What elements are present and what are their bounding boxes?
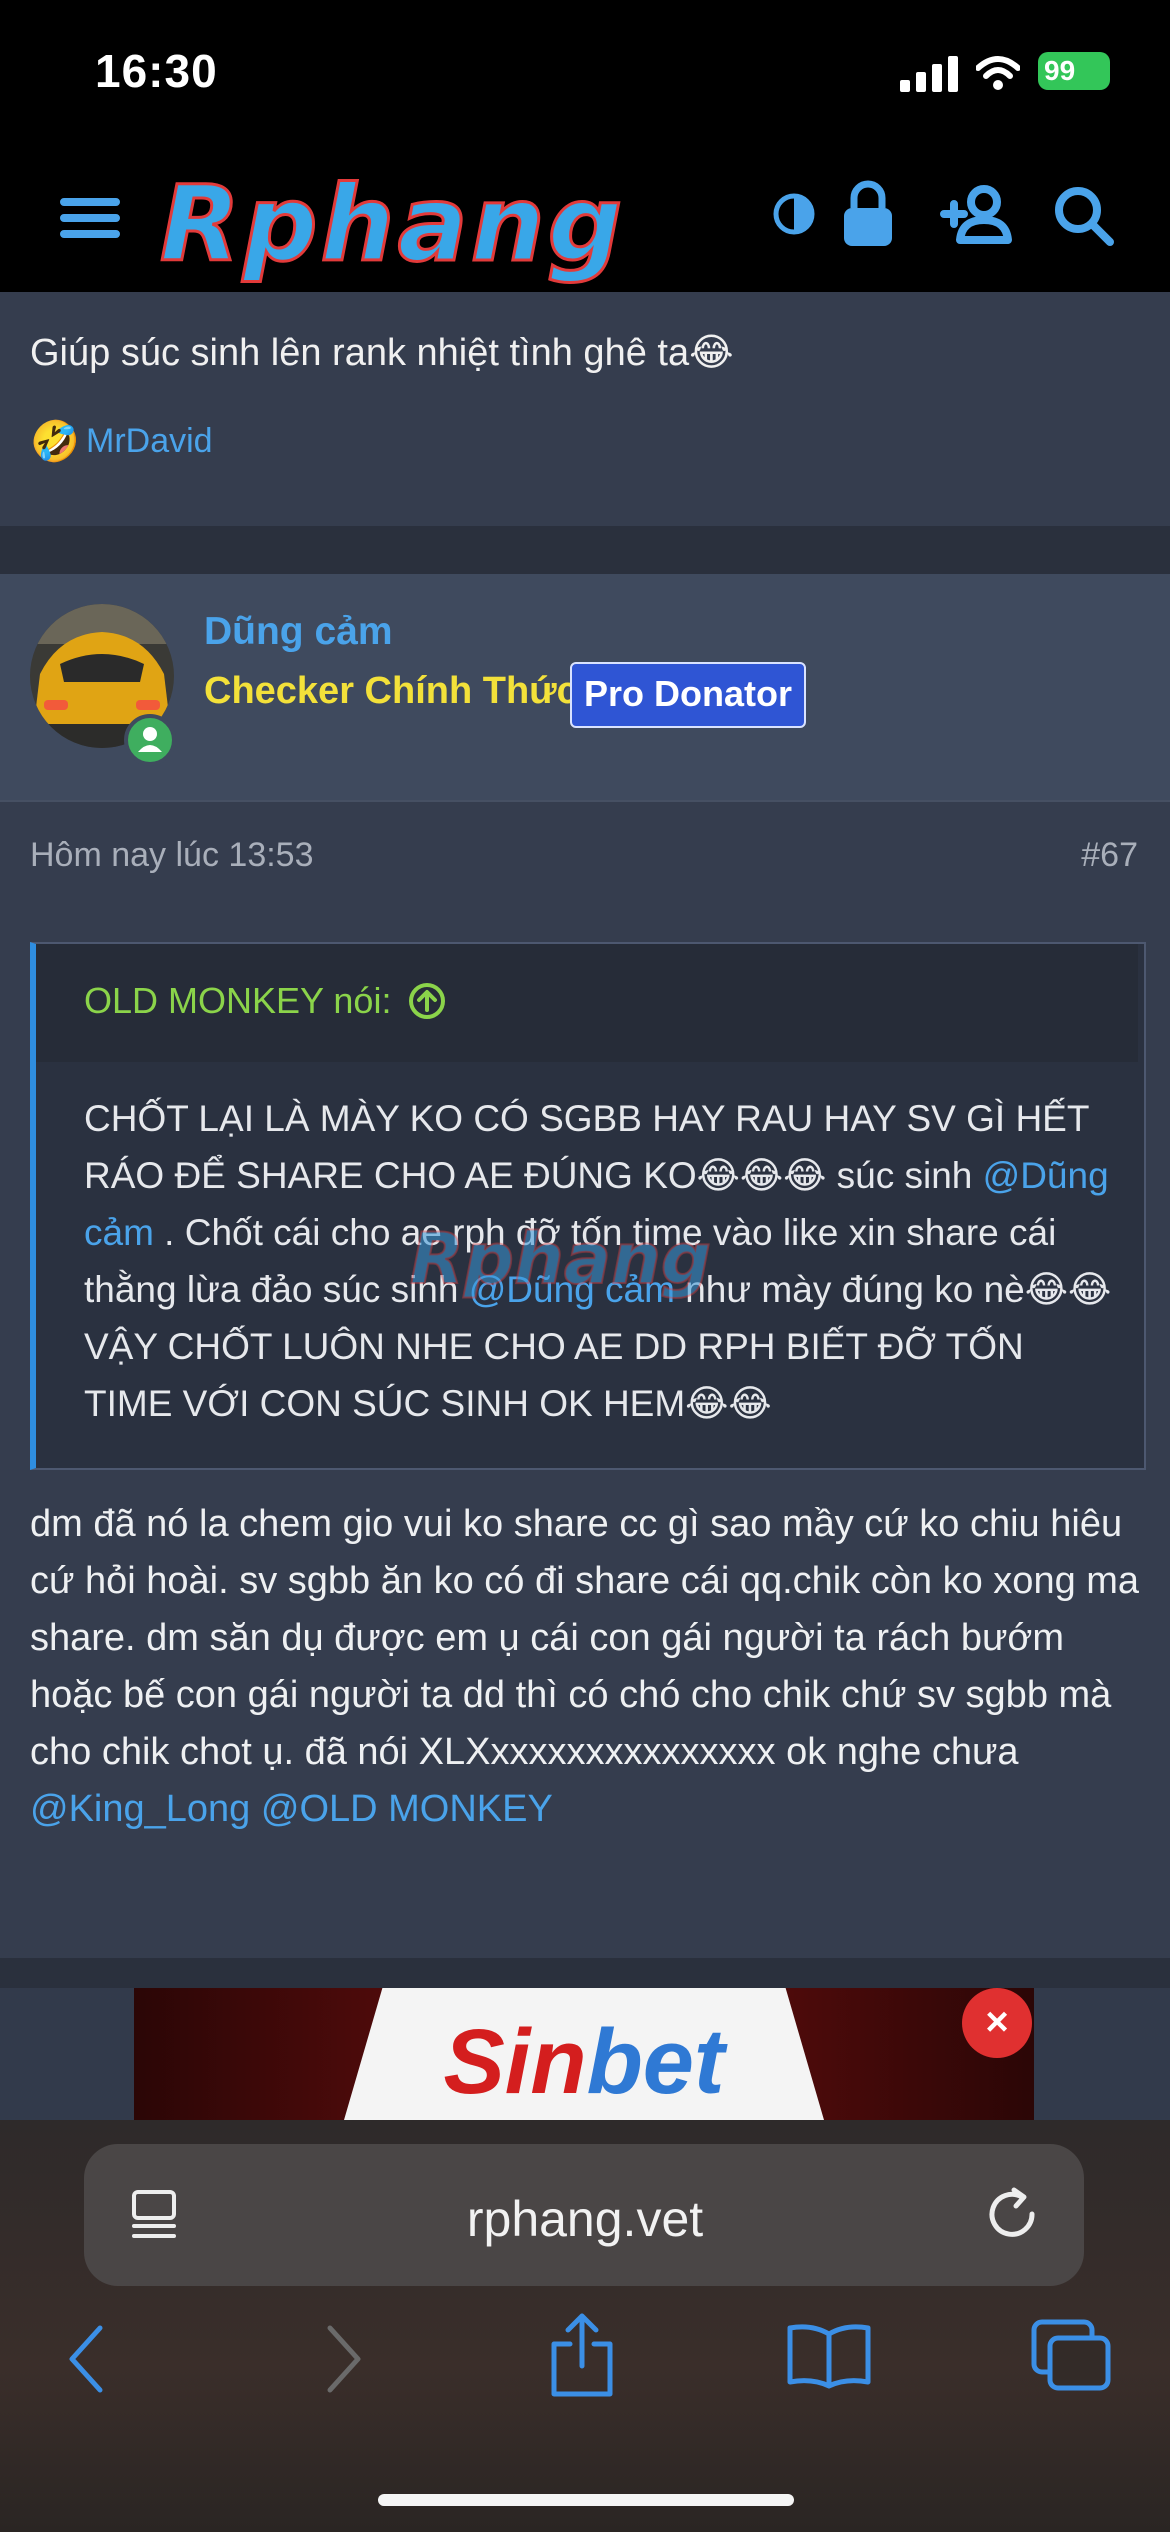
battery-level: 99 (1044, 55, 1076, 86)
post-message: dm đã nó la chem gio vui ko share cc gì … (30, 1496, 1140, 1838)
ad-logo-sin: Sin (443, 2011, 587, 2113)
lock-icon[interactable] (840, 178, 896, 248)
post-text: Giúp súc sinh lên rank nhiệt tình ghê ta… (30, 332, 734, 374)
wifi-icon (976, 56, 1020, 90)
add-user-icon[interactable] (940, 184, 1014, 244)
signal-icon (900, 56, 958, 92)
reload-icon[interactable] (984, 2184, 1044, 2244)
post-previous (0, 292, 1170, 526)
mention-link[interactable]: @King_Long (30, 1788, 250, 1830)
post-message-text: dm đã nó la chem gio vui ko share cc gì … (30, 1503, 1140, 1773)
back-icon[interactable] (62, 2324, 112, 2394)
post-number[interactable]: #67 (1081, 836, 1138, 875)
bookmarks-icon[interactable] (784, 2320, 874, 2390)
share-icon[interactable] (546, 2310, 618, 2400)
reaction-emoji[interactable]: 🤣 (30, 418, 80, 465)
battery-icon: 99 (1038, 52, 1110, 90)
quote-text-part: CHỐT LẠI LÀ MÀY KO CÓ SGBB HAY RAU HAY S… (84, 1098, 1089, 1196)
status-time: 16:30 (95, 45, 218, 97)
contrast-icon[interactable] (772, 192, 816, 236)
reaction-user-link[interactable]: MrDavid (86, 422, 213, 461)
post-date[interactable]: Hôm nay lúc 13:53 (30, 836, 314, 875)
separator (0, 800, 1170, 802)
quote-author[interactable]: OLD MONKEY nói: (84, 980, 391, 1021)
user-title: Checker Chính Thức (204, 670, 578, 712)
ad-close-button[interactable]: × (962, 1988, 1032, 2058)
menu-icon[interactable] (60, 196, 120, 240)
username-link[interactable]: Dũng cảm (204, 610, 393, 654)
forward-icon (327, 2325, 361, 2393)
post-divider (0, 1958, 1170, 1988)
mention-link[interactable]: @OLD MONKEY (261, 1788, 553, 1830)
site-logo[interactable]: Rphang (158, 171, 625, 278)
ad-logo-bet: bet (586, 2011, 725, 2113)
online-status-icon (124, 714, 176, 766)
post-divider (0, 526, 1170, 574)
arrow-up-circle-icon[interactable] (407, 981, 447, 1021)
tabs-icon[interactable] (1030, 2318, 1114, 2394)
watermark-logo: Rphang (409, 1217, 712, 1301)
ad-logo: Sinbet (134, 2016, 1034, 2108)
search-icon[interactable] (1052, 184, 1116, 248)
ad-banner[interactable]: Sinbet (134, 1988, 1034, 2120)
home-indicator[interactable] (378, 2494, 794, 2506)
quote-author-link[interactable]: OLD MONKEY nói: (84, 980, 447, 1022)
donator-badge: Pro Donator (570, 662, 807, 728)
